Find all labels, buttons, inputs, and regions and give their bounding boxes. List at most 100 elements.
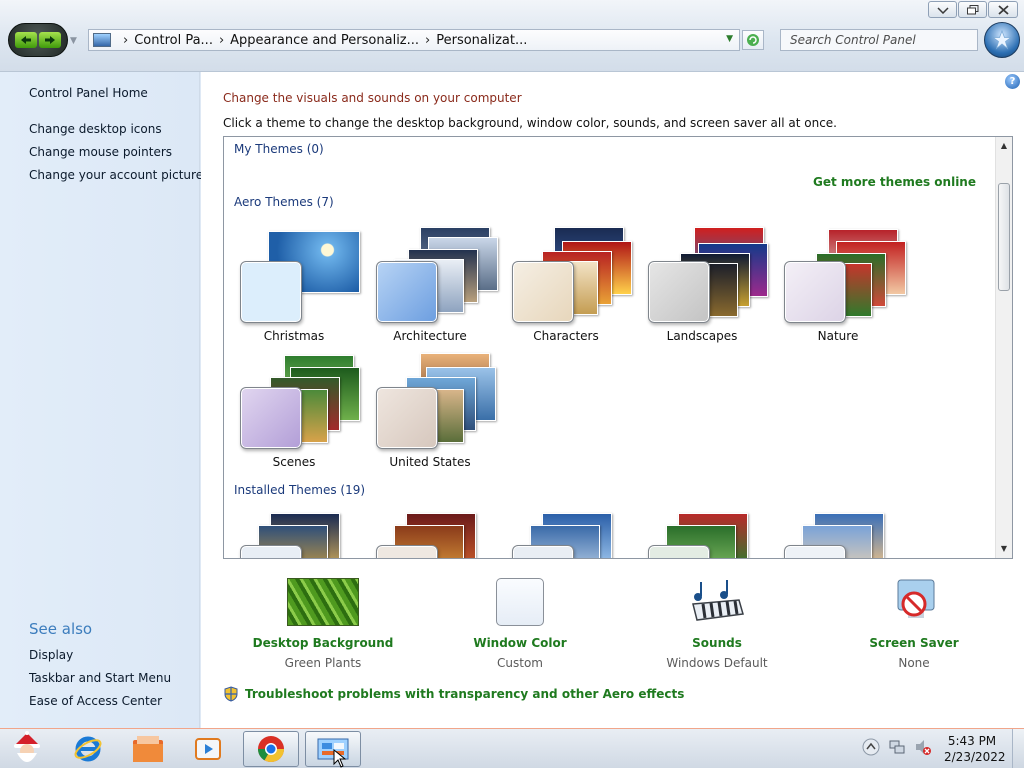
sounds-icon bbox=[681, 578, 753, 626]
theme-scenes[interactable]: Scenes bbox=[226, 351, 362, 469]
maximize-button[interactable] bbox=[958, 1, 987, 18]
back-button[interactable] bbox=[15, 32, 37, 48]
breadcrumb-personalization[interactable]: Personalizat... bbox=[436, 33, 527, 48]
theme-name: Scenes bbox=[272, 455, 316, 469]
taskbar-internet-explorer[interactable] bbox=[60, 731, 116, 767]
minimize-button[interactable] bbox=[928, 1, 957, 18]
window-color-setting[interactable]: Window Color Custom bbox=[420, 570, 620, 670]
clock-date: 2/23/2022 bbox=[944, 750, 1006, 764]
scroll-down-icon[interactable]: ▼ bbox=[996, 542, 1012, 556]
gallery-scrollbar[interactable]: ▲ ▼ bbox=[995, 137, 1012, 558]
theme-landscapes[interactable]: Landscapes bbox=[634, 225, 770, 343]
refresh-button[interactable] bbox=[742, 30, 764, 50]
search-input[interactable]: Search Control Panel bbox=[780, 29, 978, 51]
theme-color-swatch bbox=[648, 545, 710, 558]
desktop-background-setting[interactable]: Desktop Background Green Plants bbox=[223, 570, 423, 670]
theme-settings-row: Desktop Background Green Plants Window C… bbox=[223, 570, 1013, 680]
theme-color-swatch bbox=[240, 261, 302, 323]
clock[interactable]: 5:43 PM 2/23/2022 bbox=[944, 733, 1006, 765]
theme-name: Nature bbox=[817, 329, 859, 343]
installed-theme-1[interactable] bbox=[226, 511, 362, 558]
page-title: Change the visuals and sounds on your co… bbox=[223, 91, 522, 105]
theme-name: Christmas bbox=[263, 329, 325, 343]
theme-nature[interactable]: Nature bbox=[770, 225, 906, 343]
volume-muted-icon[interactable] bbox=[914, 738, 932, 756]
theme-united-states[interactable]: United States bbox=[362, 351, 498, 469]
theme-color-swatch bbox=[784, 545, 846, 558]
sidebar-taskbar-start-menu[interactable]: Taskbar and Start Menu bbox=[29, 671, 171, 685]
navigation-buttons bbox=[8, 23, 68, 57]
chevron-right-icon[interactable]: › bbox=[219, 33, 224, 48]
breadcrumb-control-panel[interactable]: Control Pa... bbox=[134, 33, 213, 48]
scroll-thumb[interactable] bbox=[998, 183, 1010, 291]
sounds-value: Windows Default bbox=[666, 656, 768, 670]
theme-name: Characters bbox=[533, 329, 599, 343]
scroll-up-icon[interactable]: ▲ bbox=[996, 139, 1012, 153]
sidebar-ease-of-access[interactable]: Ease of Access Center bbox=[29, 694, 162, 708]
network-icon[interactable] bbox=[888, 738, 906, 756]
help-orb-icon[interactable] bbox=[984, 22, 1020, 58]
sidebar-change-mouse-pointers[interactable]: Change mouse pointers bbox=[29, 145, 172, 159]
my-themes-heading[interactable]: My Themes (0) bbox=[234, 142, 324, 156]
start-button[interactable] bbox=[0, 731, 54, 767]
show-desktop-button[interactable] bbox=[1012, 729, 1024, 768]
system-tray bbox=[862, 738, 932, 756]
screen-saver-setting[interactable]: Screen Saver None bbox=[814, 570, 1014, 670]
screen-saver-value: None bbox=[898, 656, 930, 670]
chevron-right-icon[interactable]: › bbox=[123, 33, 128, 48]
sidebar: Control Panel Home Change desktop icons … bbox=[0, 72, 203, 728]
window-color-icon bbox=[496, 578, 544, 626]
installed-theme-2[interactable] bbox=[362, 511, 498, 558]
restore-icon bbox=[966, 4, 978, 14]
screen-saver-label[interactable]: Screen Saver bbox=[814, 636, 1014, 650]
theme-color-swatch bbox=[240, 387, 302, 449]
aero-themes-heading[interactable]: Aero Themes (7) bbox=[234, 195, 334, 209]
get-more-themes-link[interactable]: Get more themes online bbox=[813, 175, 976, 189]
theme-color-swatch bbox=[512, 545, 574, 558]
sidebar-change-account-picture[interactable]: Change your account picture bbox=[29, 168, 203, 182]
clock-time: 5:43 PM bbox=[947, 734, 997, 748]
installed-theme-3[interactable] bbox=[498, 511, 634, 558]
sounds-label[interactable]: Sounds bbox=[617, 636, 817, 650]
address-dropdown-icon[interactable]: ▼ bbox=[726, 34, 733, 44]
troubleshoot-link-row[interactable]: Troubleshoot problems with transparency … bbox=[223, 686, 684, 702]
close-button[interactable] bbox=[988, 1, 1018, 18]
sidebar-change-desktop-icons[interactable]: Change desktop icons bbox=[29, 122, 162, 136]
installed-themes-heading[interactable]: Installed Themes (19) bbox=[234, 483, 365, 497]
desktop-background-icon bbox=[287, 578, 359, 626]
title-bar: ▼ › Control Pa... › Appearance and Perso… bbox=[0, 0, 1024, 72]
screen-saver-icon bbox=[878, 578, 950, 626]
theme-color-swatch bbox=[240, 545, 302, 558]
installed-theme-4[interactable] bbox=[634, 511, 770, 558]
start-santa-icon bbox=[14, 731, 40, 762]
theme-architecture[interactable]: Architecture bbox=[362, 225, 498, 343]
address-bar[interactable]: › Control Pa... › Appearance and Persona… bbox=[88, 29, 740, 51]
taskbar-file-explorer[interactable] bbox=[120, 731, 176, 767]
chevron-right-icon[interactable]: › bbox=[425, 33, 430, 48]
sounds-setting[interactable]: Sounds Windows Default bbox=[617, 570, 817, 670]
minimize-icon bbox=[936, 6, 949, 14]
theme-name: United States bbox=[389, 455, 471, 469]
media-player-icon bbox=[195, 738, 221, 760]
installed-theme-5[interactable] bbox=[770, 511, 906, 558]
close-icon bbox=[997, 4, 1009, 15]
see-also-heading: See also bbox=[29, 620, 93, 638]
theme-characters[interactable]: Characters bbox=[498, 225, 634, 343]
theme-color-swatch bbox=[376, 545, 438, 558]
sidebar-control-panel-home[interactable]: Control Panel Home bbox=[29, 86, 148, 100]
recent-pages-dropdown[interactable]: ▼ bbox=[70, 36, 77, 46]
window-color-label[interactable]: Window Color bbox=[420, 636, 620, 650]
taskbar-media-player[interactable] bbox=[180, 731, 236, 767]
theme-color-swatch bbox=[784, 261, 846, 323]
show-hidden-icons[interactable] bbox=[862, 738, 880, 756]
troubleshoot-link[interactable]: Troubleshoot problems with transparency … bbox=[245, 687, 684, 701]
desktop-background-value: Green Plants bbox=[284, 656, 362, 670]
breadcrumb-appearance[interactable]: Appearance and Personaliz... bbox=[230, 33, 419, 48]
forward-button[interactable] bbox=[39, 32, 61, 48]
taskbar-chrome[interactable] bbox=[243, 731, 299, 767]
back-arrow-icon bbox=[21, 36, 31, 44]
theme-christmas[interactable]: Christmas bbox=[226, 225, 362, 343]
sidebar-display[interactable]: Display bbox=[29, 648, 73, 662]
help-icon[interactable]: ? bbox=[1005, 74, 1020, 89]
desktop-background-label[interactable]: Desktop Background bbox=[223, 636, 423, 650]
